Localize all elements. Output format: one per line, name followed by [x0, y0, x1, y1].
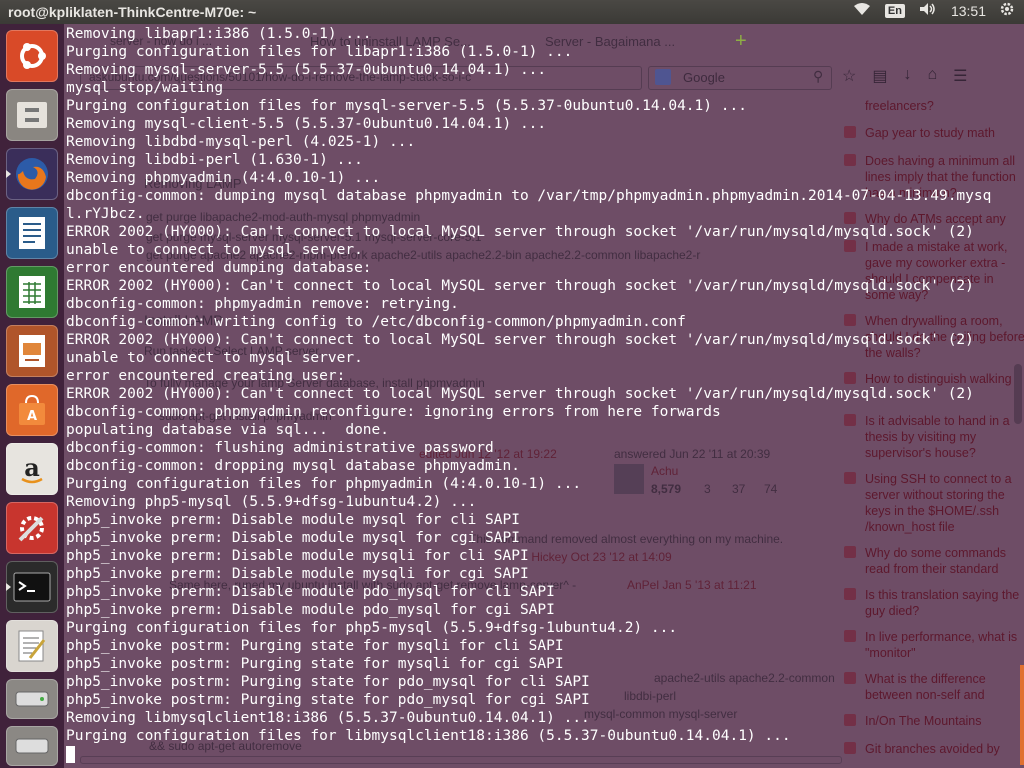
terminal-line: ERROR 2002 (HY000): Can't connect to loc…: [66, 386, 974, 402]
spreadsheet-icon: [19, 276, 45, 308]
terminal-line: Purging configuration files for php5-mys…: [66, 620, 678, 636]
terminal-line: Removing libmysqlclient18:i386 (5.5.37-0…: [66, 710, 590, 726]
calc-button[interactable]: [6, 266, 58, 318]
terminal-line: error encountered dumping database:: [66, 260, 372, 276]
terminal-line: ERROR 2002 (HY000): Can't connect to loc…: [66, 224, 974, 240]
terminal-line: php5_invoke prerm: Disable module mysqli…: [66, 548, 529, 564]
shopping-bag-icon: A: [19, 394, 45, 425]
terminal-line: dbconfig-common: phpmyadmin reconfigure:…: [66, 404, 721, 420]
top-panel: root@kpliklaten-ThinkCentre-M70e: ~ En 1…: [0, 0, 1024, 24]
terminal-line: dbconfig-common: dumping mysql database …: [66, 188, 992, 204]
impress-button[interactable]: [6, 325, 58, 377]
system-settings-button[interactable]: [6, 502, 58, 554]
terminal-line: dbconfig-common: dropping mysql database…: [66, 458, 520, 474]
terminal-line: Removing libapr1:i386 (1.5.0-1) ...: [66, 26, 372, 42]
amazon-icon: a: [21, 453, 43, 484]
terminal-line: php5_invoke prerm: Disable module mysql …: [66, 512, 520, 528]
terminal-line: Removing libdbd-mysql-perl (4.025-1) ...: [66, 134, 416, 150]
terminal-line: Removing mysql-client-5.5 (5.5.37-0ubunt…: [66, 116, 547, 132]
svg-text:a: a: [24, 453, 40, 482]
ubuntu-logo-icon: [20, 43, 46, 69]
terminal-line: php5_invoke prerm: Disable module mysql …: [66, 530, 520, 546]
running-indicator: [6, 583, 11, 591]
text-editor-button[interactable]: [6, 620, 58, 672]
window-title: root@kpliklaten-ThinkCentre-M70e: ~: [8, 4, 257, 20]
keyboard-layout-indicator[interactable]: En: [884, 3, 905, 18]
terminal-line: Purging configuration files for libapr1:…: [66, 44, 573, 60]
terminal-line: php5_invoke postrm: Purging state for my…: [66, 656, 564, 672]
indicator-area: En 13:51: [853, 2, 1014, 19]
terminal-line: dbconfig-common: flushing administrative…: [66, 440, 494, 456]
terminal-line: dbconfig-common: writing config to /etc/…: [66, 314, 686, 330]
software-center-button[interactable]: A: [6, 384, 58, 436]
terminal-line: Removing phpmyadmin (4:4.0.10-1) ...: [66, 170, 381, 186]
volume-icon[interactable]: [919, 2, 937, 19]
files-button[interactable]: [6, 89, 58, 141]
terminal-line: mysql stop/waiting: [66, 80, 224, 96]
terminal-line: dbconfig-common: phpmyadmin remove: retr…: [66, 296, 459, 312]
wifi-icon[interactable]: [853, 2, 871, 19]
firefox-button[interactable]: [6, 148, 58, 200]
presentation-icon: [19, 335, 45, 367]
terminal-line: php5_invoke postrm: Purging state for my…: [66, 638, 564, 654]
hard-drive-icon: [15, 691, 49, 707]
terminal-line: l.rYJbcz.: [66, 206, 145, 222]
launcher: A a: [0, 24, 64, 768]
writer-document-icon: [19, 217, 45, 249]
terminal-line: php5_invoke postrm: Purging state for pd…: [66, 674, 590, 690]
terminal-line: Purging configuration files for mysql-se…: [66, 98, 747, 114]
terminal-line: unable to connect to mysql server.: [66, 350, 363, 366]
disk-drive-button[interactable]: [6, 679, 58, 719]
firefox-icon: [16, 158, 48, 190]
terminal-icon: [13, 572, 51, 602]
terminal-line: Removing php5-mysql (5.5.9+dfsg-1ubuntu4…: [66, 494, 477, 510]
svg-text:A: A: [27, 409, 37, 424]
gear-icon[interactable]: [1000, 2, 1014, 19]
terminal-line: php5_invoke prerm: Disable module pdo_my…: [66, 584, 555, 600]
terminal-line: populating database via sql... done.: [66, 422, 390, 438]
terminal-line: Removing libdbi-perl (1.630-1) ...: [66, 152, 363, 168]
terminal-line: Purging configuration files for libmysql…: [66, 728, 791, 744]
clock[interactable]: 13:51: [951, 3, 986, 19]
terminal-line: Removing mysql-server-5.5 (5.5.37-0ubunt…: [66, 62, 547, 78]
terminal-line: php5_invoke prerm: Disable module mysqli…: [66, 566, 529, 582]
writer-button[interactable]: [6, 207, 58, 259]
amazon-button[interactable]: a: [6, 443, 58, 495]
terminal-cursor: [66, 746, 75, 763]
terminal-button[interactable]: [6, 561, 58, 613]
wrench-gear-icon: [18, 516, 44, 542]
disk-drive-2-button[interactable]: [6, 726, 58, 766]
terminal-line: php5_invoke prerm: Disable module pdo_my…: [66, 602, 555, 618]
text-editor-icon: [18, 630, 46, 662]
terminal-line: ERROR 2002 (HY000): Can't connect to loc…: [66, 278, 974, 294]
ubuntu-dash-button[interactable]: [6, 30, 58, 82]
terminal-line: php5_invoke postrm: Purging state for pd…: [66, 692, 590, 708]
running-indicator: [6, 170, 11, 178]
file-cabinet-icon: [17, 102, 47, 128]
terminal-line: Purging configuration files for phpmyadm…: [66, 476, 582, 492]
terminal-window[interactable]: Removing libapr1:i386 (1.5.0-1) ... Purg…: [64, 24, 1024, 768]
hard-drive-icon: [15, 738, 49, 754]
terminal-line: error encountered creating user:: [66, 368, 346, 384]
terminal-line: ERROR 2002 (HY000): Can't connect to loc…: [66, 332, 974, 348]
terminal-line: unable to connect to mysql server.: [66, 242, 363, 258]
